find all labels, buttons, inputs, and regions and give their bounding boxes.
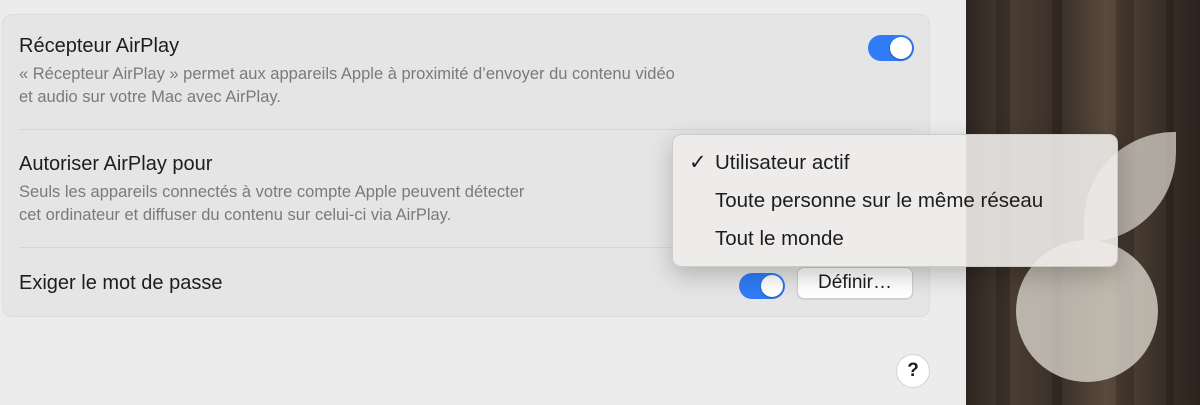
menu-item-same-network[interactable]: Toute personne sur le même réseau: [673, 182, 1117, 220]
help-button[interactable]: ?: [896, 354, 930, 388]
airplay-receiver-description-line2: et audio sur votre Mac avec AirPlay.: [19, 88, 281, 106]
menu-item-label: Utilisateur actif: [715, 151, 850, 174]
airplay-receiver-description-line1: « Récepteur AirPlay » permet aux apparei…: [19, 65, 675, 83]
airplay-receiver-title: Récepteur AirPlay: [19, 35, 180, 57]
airplay-permission-menu: ✓ Utilisateur actif Toute personne sur l…: [672, 134, 1118, 267]
require-password-toggle[interactable]: [739, 273, 785, 299]
airplay-receiver-row: Récepteur AirPlay « Récepteur AirPlay » …: [19, 33, 913, 109]
define-password-button[interactable]: Définir…: [797, 267, 913, 299]
bark-texture: [1166, 0, 1174, 405]
toggle-knob: [761, 275, 783, 297]
divider: [19, 129, 913, 130]
airplay-receiver-toggle[interactable]: [868, 35, 914, 61]
menu-item-label: Toute personne sur le même réseau: [715, 189, 1044, 212]
menu-item-everyone[interactable]: Tout le monde: [673, 220, 1117, 258]
checkmark-icon: ✓: [689, 151, 707, 174]
menu-item-active-user[interactable]: ✓ Utilisateur actif: [673, 144, 1117, 182]
toggle-knob: [890, 37, 912, 59]
airplay-receiver-description: « Récepteur AirPlay » permet aux apparei…: [19, 63, 913, 109]
menu-item-label: Tout le monde: [715, 227, 844, 250]
